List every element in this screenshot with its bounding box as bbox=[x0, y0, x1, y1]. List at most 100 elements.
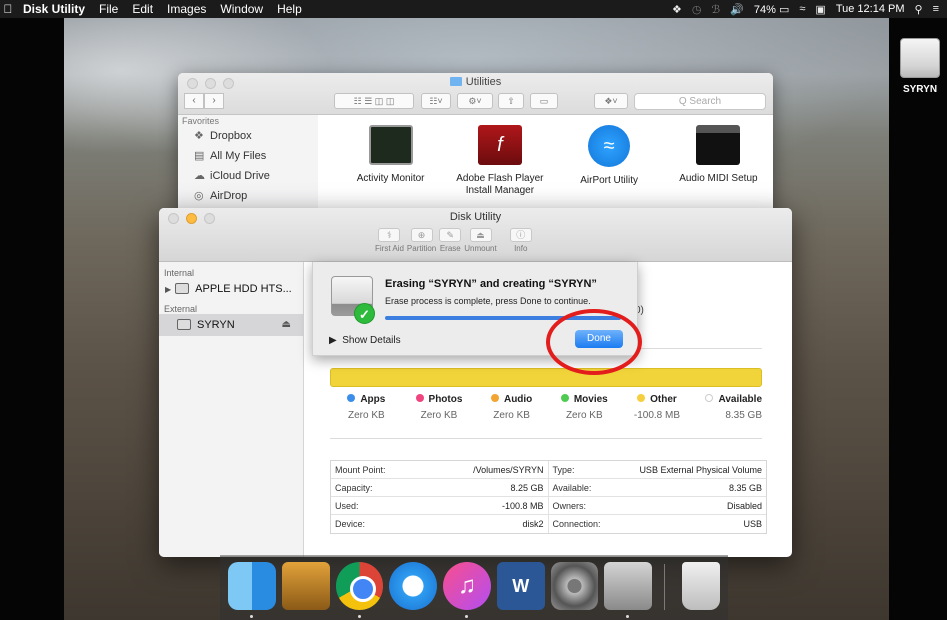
tag-icon[interactable]: ▭ bbox=[530, 93, 558, 109]
legend-other: Other -100.8 MB bbox=[633, 394, 681, 421]
sidebar-header-external: External bbox=[164, 304, 198, 314]
table-row: Capacity: 8.25 GB Available: 8.35 GB bbox=[331, 479, 766, 497]
sidebar-item-icloud-drive[interactable]: ☁ iCloud Drive bbox=[182, 166, 318, 186]
app-audio-midi-setup[interactable]: Audio MIDI Setup bbox=[664, 125, 773, 197]
sidebar-item-airdrop[interactable]: ◎ AirDrop bbox=[182, 186, 318, 206]
legend-dot bbox=[560, 394, 569, 402]
view-mode-control[interactable]: ☷ ☰ ◫ ◫ bbox=[334, 93, 414, 109]
legend-dot bbox=[637, 394, 646, 402]
sidebar-device-apple-hdd[interactable]: ▶ APPLE HDD HTS... bbox=[159, 278, 303, 300]
desktop-right-edge bbox=[889, 18, 947, 620]
first-aid-button[interactable]: ⚕ First Aid bbox=[375, 228, 404, 253]
input-flag-icon[interactable]: ▣ bbox=[815, 3, 825, 16]
airport-wifi-icon: ≈ bbox=[588, 125, 631, 167]
desktop-drive-syryn[interactable]: SYRYN bbox=[897, 38, 943, 95]
cloud-icon: ☁ bbox=[194, 170, 205, 182]
owners-value: Disabled bbox=[726, 500, 762, 511]
legend-audio: Audio Zero KB bbox=[475, 394, 548, 421]
legend-dot bbox=[705, 394, 714, 402]
arrange-button[interactable]: ☷˅ bbox=[421, 93, 451, 109]
unmount-button[interactable]: ⏏ Unmount bbox=[464, 228, 497, 253]
menu-help[interactable]: Help bbox=[270, 2, 309, 16]
erase-title: Erasing “SYRYN” and creating “SYRYN” bbox=[385, 278, 597, 290]
table-row: Mount Point:/Volumes/SYRYN Type: USB Exte… bbox=[331, 461, 766, 479]
volume-icon[interactable]: 🔊 bbox=[730, 3, 744, 16]
eject-icon[interactable]: ⏏ bbox=[282, 314, 291, 336]
dock-trash-icon[interactable] bbox=[682, 562, 720, 610]
app-adobe-flash-installer[interactable]: f Adobe Flash Player Install Manager bbox=[445, 125, 554, 197]
erase-button[interactable]: ✎ Erase bbox=[439, 228, 462, 253]
sidebar-device-syryn[interactable]: SYRYN ⏏ bbox=[159, 314, 303, 336]
device-value: disk2 bbox=[522, 519, 544, 529]
stethoscope-icon: ⚕ bbox=[378, 228, 401, 242]
partition-button[interactable]: ⊕ Partition bbox=[407, 228, 436, 253]
sidebar-item-dropbox[interactable]: ❖ Dropbox bbox=[182, 126, 318, 146]
share-icon[interactable]: ⇧ bbox=[498, 93, 524, 109]
dock-chrome-icon[interactable] bbox=[335, 562, 384, 618]
forward-button[interactable]: › bbox=[204, 93, 224, 109]
du-title: Disk Utility bbox=[449, 211, 502, 223]
back-button[interactable]: ‹ bbox=[184, 93, 204, 109]
sidebar-header-internal: Internal bbox=[164, 268, 195, 278]
dock-safari-icon[interactable] bbox=[389, 562, 438, 610]
red-highlight-annotation bbox=[546, 309, 642, 375]
type-value: USB External Physical Volume bbox=[639, 464, 762, 475]
dock: ♫ W bbox=[220, 555, 728, 620]
hard-disk-icon bbox=[175, 283, 190, 294]
notification-center-icon[interactable]: ≡ bbox=[933, 3, 939, 15]
midi-keyboard-icon bbox=[696, 125, 741, 165]
finder-sidebar: Favorites ❖ Dropbox ▤ All My Files ☁ iCloud… bbox=[178, 115, 318, 213]
disclosure-triangle-icon[interactable]: ▶ bbox=[165, 285, 171, 294]
battery-icon: ▭ bbox=[778, 3, 790, 16]
running-indicator bbox=[250, 615, 253, 618]
sidebar-item-all-my-files[interactable]: ▤ All My Files bbox=[182, 146, 318, 166]
dock-system-preferences-icon[interactable] bbox=[550, 562, 599, 610]
action-gear-icon[interactable]: ⚙˅ bbox=[457, 93, 493, 109]
files-icon: ▤ bbox=[194, 150, 205, 162]
menu-app-name[interactable]: Disk Utility bbox=[16, 2, 92, 16]
partition-icon: ⊕ bbox=[410, 228, 433, 242]
spotlight-icon[interactable]: ⚲ bbox=[915, 3, 923, 16]
legend-photos: Photos Zero KB bbox=[403, 394, 476, 421]
folder-icon bbox=[449, 77, 462, 86]
desktop-left-edge bbox=[0, 18, 64, 620]
menu-images[interactable]: Images bbox=[160, 2, 213, 16]
finder-titlebar[interactable]: Utilities ‹ › ☷ ☰ ◫ ◫ ☷˅ ⚙˅ ⇧ ▭ ❖˅ Q Sea… bbox=[178, 73, 773, 115]
finder-window: Utilities ‹ › ☷ ☰ ◫ ◫ ☷˅ ⚙˅ ⇧ ▭ ❖˅ Q Sea… bbox=[178, 73, 773, 213]
eject-icon: ⏏ bbox=[469, 228, 492, 242]
battery-percent[interactable]: 74% ▭ bbox=[754, 3, 790, 16]
finder-search-input[interactable]: Q Search bbox=[634, 93, 766, 110]
menu-file[interactable]: File bbox=[92, 2, 125, 16]
dock-itunes-icon[interactable]: ♫ bbox=[443, 562, 491, 618]
used-value: -100.8 MB bbox=[501, 500, 544, 511]
external-drive-icon bbox=[900, 38, 940, 78]
app-airport-utility[interactable]: ≈ AirPort Utility bbox=[555, 125, 664, 197]
apple-menu-icon[interactable]:  bbox=[0, 2, 16, 16]
dropbox-status-icon[interactable]: ❖ bbox=[672, 3, 682, 16]
dock-finder-icon[interactable] bbox=[228, 562, 276, 618]
bluetooth-icon[interactable]: ℬ bbox=[712, 3, 721, 16]
time-machine-icon[interactable]: ◷ bbox=[692, 3, 702, 16]
du-toolbar: ⚕ First Aid ⊕ Partition ✎ Erase ⏏ Unmount ⓘ I… bbox=[375, 228, 532, 253]
finder-app-grid: Activity Monitor f Adobe Flash Player Ins… bbox=[336, 125, 773, 197]
menu-clock[interactable]: Tue 12:14 PM bbox=[836, 3, 905, 15]
disk-utility-window: Disk Utility ⚕ First Aid ⊕ Partition ✎ Eras… bbox=[159, 208, 792, 557]
erase-message: Erase process is complete, press Done to… bbox=[385, 296, 591, 306]
dock-disk-utility-icon[interactable] bbox=[604, 562, 653, 618]
dock-calculator-icon[interactable] bbox=[281, 562, 330, 610]
du-sidebar: Internal ▶ APPLE HDD HTS... External SYRY… bbox=[159, 262, 304, 557]
app-activity-monitor[interactable]: Activity Monitor bbox=[336, 125, 445, 197]
activity-monitor-icon bbox=[368, 125, 413, 165]
du-titlebar[interactable]: Disk Utility ⚕ First Aid ⊕ Partition ✎ Eras… bbox=[159, 208, 792, 262]
connection-value: USB bbox=[743, 519, 762, 529]
dropbox-toolbar-icon[interactable]: ❖˅ bbox=[594, 93, 628, 109]
menu-window[interactable]: Window bbox=[213, 2, 270, 16]
show-details-toggle[interactable]: ▶ Show Details bbox=[329, 335, 401, 346]
dock-word-icon[interactable]: W bbox=[496, 562, 545, 610]
wifi-icon[interactable]: ≈ bbox=[799, 3, 805, 15]
running-indicator bbox=[626, 615, 630, 618]
running-indicator bbox=[465, 615, 469, 618]
checkmark-icon: ✓ bbox=[354, 303, 375, 324]
menu-edit[interactable]: Edit bbox=[125, 2, 160, 16]
info-button[interactable]: ⓘ Info bbox=[509, 228, 532, 253]
